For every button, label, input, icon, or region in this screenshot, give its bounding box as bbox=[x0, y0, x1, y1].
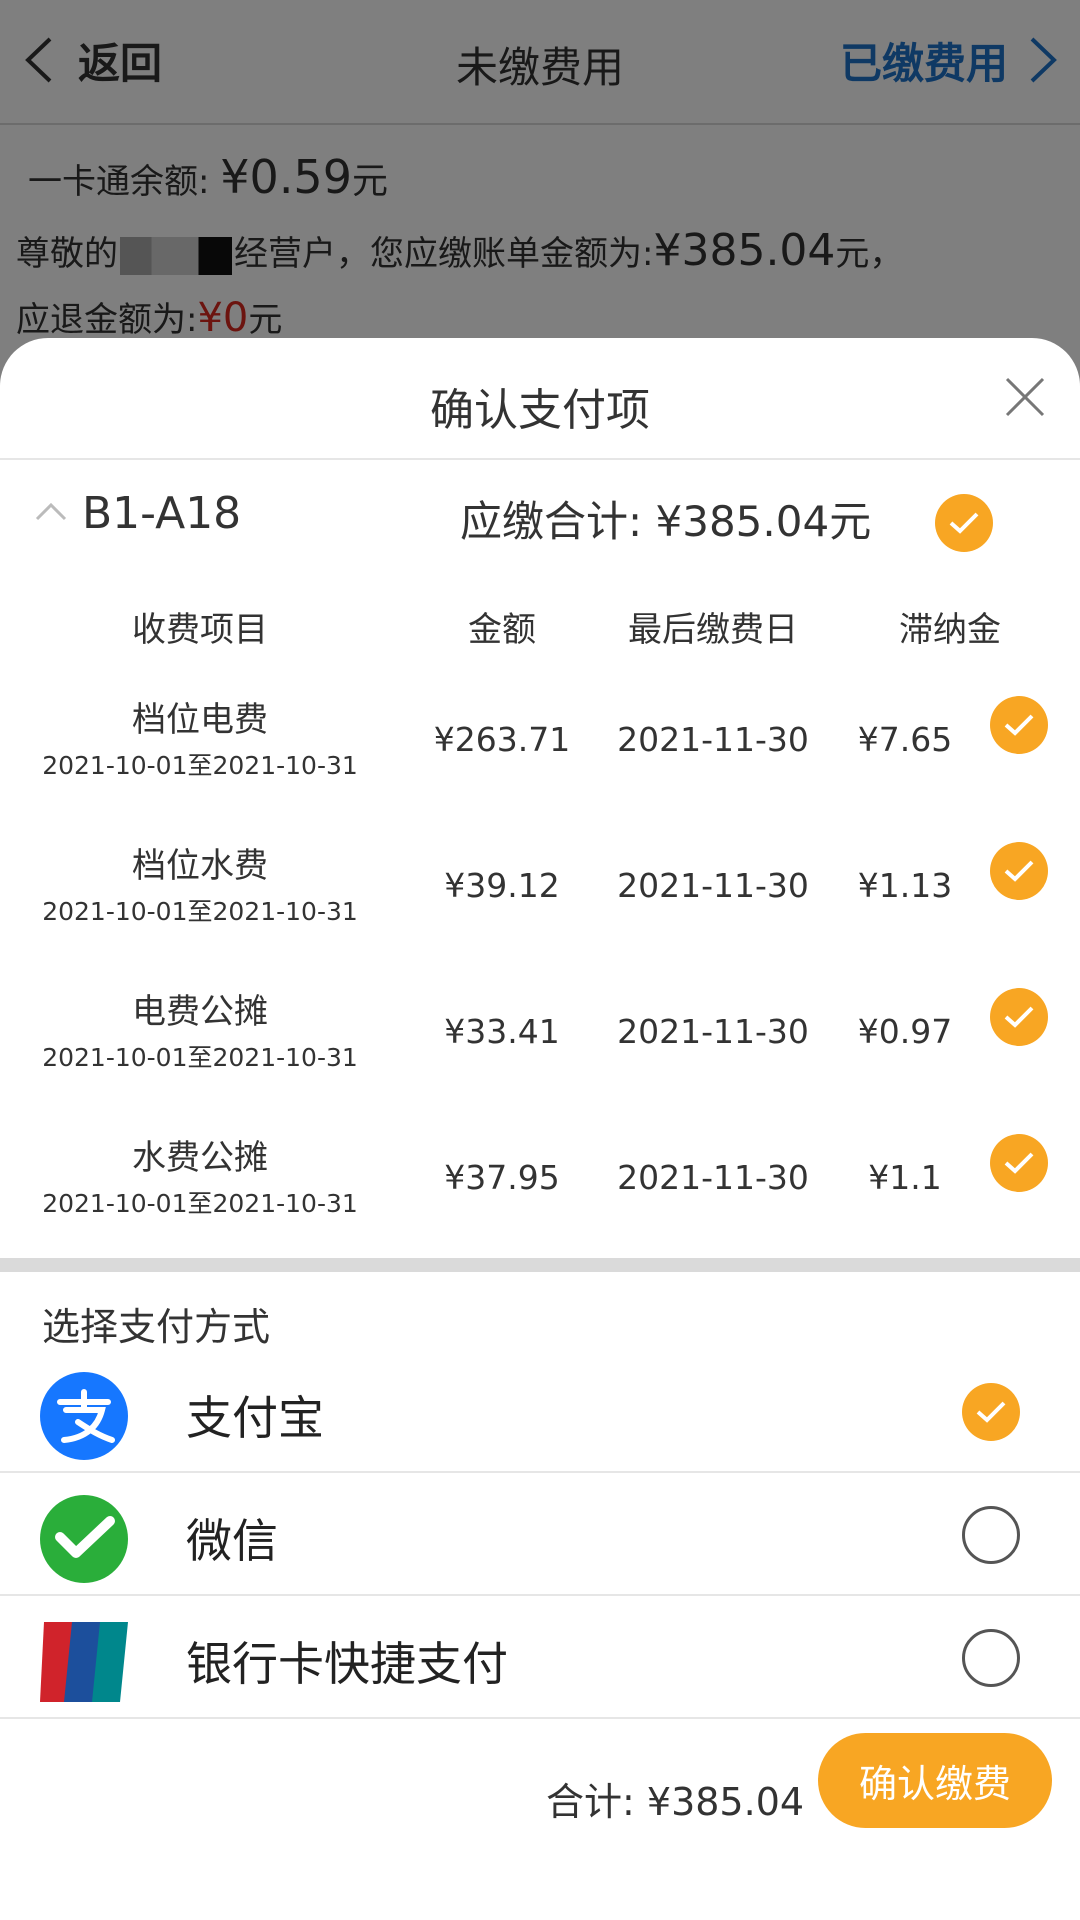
payment-selected-indicator[interactable] bbox=[962, 1383, 1020, 1441]
payment-option-alipay[interactable]: 支付宝 bbox=[0, 1350, 1080, 1473]
sheet-title: 确认支付项 bbox=[430, 385, 650, 436]
check-icon bbox=[976, 1401, 1006, 1423]
fee-period: 2021-10-01至2021-10-31 bbox=[42, 1189, 358, 1218]
chevron-up-icon[interactable] bbox=[34, 500, 68, 522]
fee-name: 电费公摊 bbox=[132, 992, 268, 1032]
payment-radio[interactable] bbox=[962, 1629, 1020, 1687]
fee-checkbox[interactable] bbox=[990, 1134, 1048, 1192]
unit-total: 应缴合计: ¥385.04元 bbox=[460, 488, 871, 549]
confirm-payment-sheet: 确认支付项 B1-A18 应缴合计: ¥385.04元 收费项目 金额 最后缴费… bbox=[0, 338, 1080, 1920]
fee-period: 2021-10-01至2021-10-31 bbox=[42, 897, 358, 926]
fee-name: 档位水费 bbox=[132, 846, 268, 886]
check-icon bbox=[1004, 1152, 1034, 1174]
payment-option-wechat[interactable]: 微信 bbox=[0, 1473, 1080, 1596]
col-item-header: 收费项目 bbox=[132, 610, 268, 650]
footer-total: 合计: ¥385.04 bbox=[546, 1771, 804, 1826]
col-late-header: 滞纳金 bbox=[899, 610, 1001, 650]
fee-name: 档位电费 bbox=[132, 700, 268, 740]
payment-option-label: 微信 bbox=[186, 1514, 278, 1568]
payment-radio[interactable] bbox=[962, 1506, 1020, 1564]
unit-total-label: 应缴合计: bbox=[460, 497, 643, 546]
fee-checkbox[interactable] bbox=[990, 842, 1048, 900]
payment-option-label: 银行卡快捷支付 bbox=[186, 1637, 508, 1691]
fee-amount: ¥39.12 bbox=[444, 866, 560, 905]
fee-checkbox[interactable] bbox=[990, 988, 1048, 1046]
alipay-icon bbox=[40, 1372, 128, 1460]
col-amount-header: 金额 bbox=[468, 610, 536, 650]
fee-due-date: 2021-11-30 bbox=[617, 866, 809, 905]
fee-due-date: 2021-11-30 bbox=[617, 720, 809, 759]
unit-name: B1-A18 bbox=[82, 488, 242, 539]
fee-amount: ¥263.71 bbox=[433, 720, 571, 759]
payment-footer: 合计: ¥385.04 确认缴费 bbox=[0, 1733, 1080, 1863]
check-icon bbox=[949, 512, 979, 534]
fee-row: 档位电费 2021-10-01至2021-10-31 ¥263.71 2021-… bbox=[0, 670, 1080, 816]
page: 返回 未缴费用 已缴费用 一卡通余额: ¥0.59元 尊敬的经营户，您应缴账单金… bbox=[0, 0, 1080, 1920]
payment-method-title-text: 选择支付方式 bbox=[42, 1305, 271, 1349]
fee-due-date: 2021-11-30 bbox=[617, 1158, 809, 1197]
fee-late-charge: ¥7.65 bbox=[857, 720, 953, 759]
col-due-header: 最后缴费日 bbox=[628, 610, 798, 650]
fee-row: 档位水费 2021-10-01至2021-10-31 ¥39.12 2021-1… bbox=[0, 816, 1080, 962]
unionpay-icon bbox=[40, 1622, 128, 1702]
close-button[interactable] bbox=[1004, 376, 1046, 418]
check-icon bbox=[1004, 714, 1034, 736]
fee-row: 水费公摊 2021-10-01至2021-10-31 ¥37.95 2021-1… bbox=[0, 1108, 1080, 1254]
fee-late-charge: ¥0.97 bbox=[857, 1012, 953, 1051]
fee-late-charge: ¥1.1 bbox=[868, 1158, 942, 1197]
payment-method-title: 选择支付方式 bbox=[0, 1272, 1080, 1350]
section-divider bbox=[0, 1258, 1080, 1272]
fee-due-date: 2021-11-30 bbox=[617, 1012, 809, 1051]
unit-select-all-checkbox[interactable] bbox=[935, 494, 993, 552]
footer-total-amount: ¥385.04 bbox=[646, 1780, 805, 1824]
confirm-payment-button[interactable]: 确认缴费 bbox=[818, 1733, 1052, 1828]
fee-amount: ¥37.95 bbox=[444, 1158, 560, 1197]
fee-late-charge: ¥1.13 bbox=[857, 866, 953, 905]
fee-period: 2021-10-01至2021-10-31 bbox=[42, 1043, 358, 1072]
unit-row: B1-A18 应缴合计: ¥385.04元 bbox=[0, 460, 1080, 580]
check-icon bbox=[1004, 860, 1034, 882]
fee-name: 水费公摊 bbox=[132, 1138, 268, 1178]
unit-total-amount: ¥385.04元 bbox=[655, 497, 872, 546]
fee-checkbox[interactable] bbox=[990, 696, 1048, 754]
wechat-pay-icon bbox=[40, 1495, 128, 1583]
payment-option-bank-card[interactable]: 银行卡快捷支付 bbox=[0, 1596, 1080, 1719]
sheet-header: 确认支付项 bbox=[0, 338, 1080, 460]
payment-option-label: 支付宝 bbox=[186, 1391, 324, 1445]
fee-period: 2021-10-01至2021-10-31 bbox=[42, 751, 358, 780]
fee-row: 电费公摊 2021-10-01至2021-10-31 ¥33.41 2021-1… bbox=[0, 962, 1080, 1108]
fee-amount: ¥33.41 bbox=[444, 1012, 560, 1051]
footer-total-label: 合计: bbox=[546, 1780, 635, 1824]
check-icon bbox=[1004, 1006, 1034, 1028]
fee-table-header: 收费项目 金额 最后缴费日 滞纳金 bbox=[0, 580, 1080, 670]
close-icon bbox=[1005, 377, 1045, 417]
